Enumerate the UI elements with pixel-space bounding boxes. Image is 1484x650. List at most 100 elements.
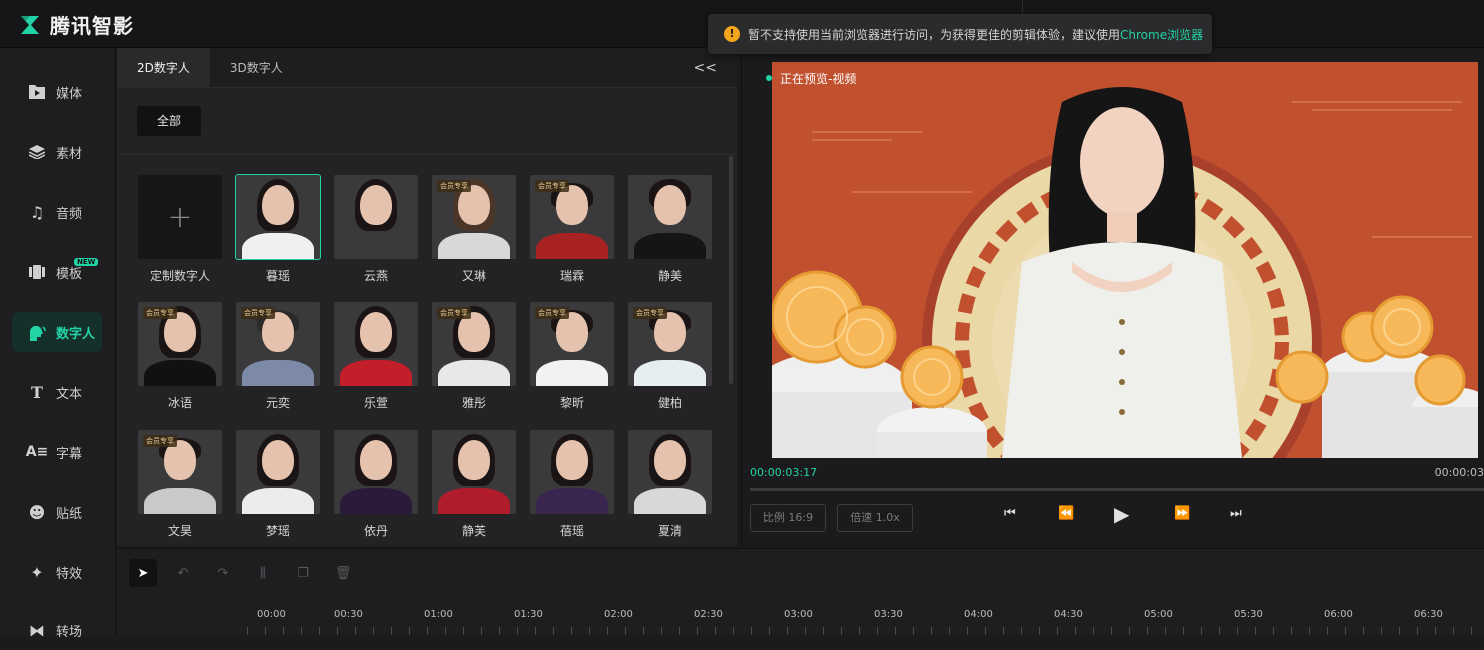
timeline: ➤ ↶ ↷ ⫼ ❐ 🗑 00:00 00:30 01:00 01:30 02:0…: [117, 548, 1484, 636]
avatar-thumb: [432, 430, 516, 514]
warning-icon: !: [724, 26, 740, 42]
skip-to-start-icon[interactable]: ⏮: [1004, 506, 1016, 521]
avatar-card[interactable]: 会员专享 健柏: [628, 302, 712, 411]
avatar-thumb: 会员专享: [530, 175, 614, 259]
transition-icon: ⧓: [29, 620, 45, 640]
ruler-tick-label: 02:30: [694, 609, 723, 620]
ruler-tick-label: 05:00: [1144, 609, 1173, 620]
avatar-thumb: [235, 174, 321, 260]
new-badge: NEW: [74, 258, 99, 266]
avatar-thumb: 会员专享: [432, 175, 516, 259]
avatar-card[interactable]: 静美: [628, 175, 712, 284]
avatar-card[interactable]: 会员专享 黎昕: [530, 302, 614, 411]
skip-to-end-icon[interactable]: ⏭: [1230, 506, 1242, 521]
playback-speed-button[interactable]: 倍速 1.0x: [837, 504, 913, 532]
copy-icon[interactable]: ❐: [289, 559, 317, 587]
app-logo[interactable]: 腾讯智影: [18, 10, 134, 39]
sidebar-item-effects[interactable]: ✦ 特效: [12, 552, 102, 592]
ruler-tick-label: 04:30: [1054, 609, 1083, 620]
avatar-name: 雅彤: [461, 396, 486, 410]
sidebar-item-text[interactable]: T 文本: [12, 372, 102, 412]
ruler-tick-label: 04:00: [964, 609, 993, 620]
panel-scrollbar[interactable]: [729, 156, 733, 384]
avatar-card[interactable]: 乐萱: [334, 302, 418, 411]
toast-text: 暂不支持使用当前浏览器进行访问，为获得更佳的剪辑体验，建议使用: [748, 27, 1121, 42]
ruler-tick-label: 06:00: [1324, 609, 1353, 620]
avatar-thumb: 会员专享: [236, 302, 320, 386]
rewind-icon[interactable]: ⏪: [1058, 506, 1074, 521]
ruler-tick-label: 03:30: [874, 609, 903, 620]
ruler-tick-label: 06:30: [1414, 609, 1443, 620]
avatar-card[interactable]: 会员专享 文昊: [138, 430, 222, 539]
sidebar-item-media[interactable]: 媒体: [12, 72, 102, 112]
current-time: 00:00:03:17: [750, 466, 818, 479]
avatar-name: 瑞霖: [559, 269, 584, 283]
sidebar-item-label: 文本: [56, 386, 83, 402]
avatar-name: 夏清: [657, 524, 682, 538]
preview-status-label: 正在预览-视频: [780, 72, 857, 86]
vip-badge: 会员专享: [535, 307, 569, 319]
sidebar-item-label: 素材: [56, 146, 83, 162]
avatar-name: 依丹: [363, 524, 388, 538]
mid-autumn-background-illustration: [772, 62, 1478, 458]
sidebar-item-digital-human[interactable]: 数字人: [12, 312, 102, 352]
avatar-card[interactable]: 会员专享 瑞霖: [530, 175, 614, 284]
delete-icon[interactable]: 🗑: [329, 559, 357, 587]
avatar-card-custom[interactable]: + 定制数字人: [138, 175, 222, 284]
select-tool-icon[interactable]: ➤: [129, 559, 157, 587]
avatar-card[interactable]: 夏清: [628, 430, 712, 539]
avatar-card[interactable]: 会员专享 元奕: [236, 302, 320, 411]
sidebar: 媒体 素材 ♫ 音频 模板 NEW 数字人 T 文本 A≡ 字幕 ☻ 贴纸 ✦ …: [0, 48, 116, 640]
sidebar-item-stickers[interactable]: ☻ 贴纸: [12, 492, 102, 532]
avatar-thumb: 会员专享: [432, 302, 516, 386]
effects-icon: ✦: [30, 562, 44, 582]
sidebar-item-subtitles[interactable]: A≡ 字幕: [12, 432, 102, 472]
vip-badge: 会员专享: [535, 180, 569, 192]
avatar-card[interactable]: 蓓瑶: [530, 430, 614, 539]
vip-badge: 会员专享: [143, 435, 177, 447]
avatar-card[interactable]: 会员专享 冰语: [138, 302, 222, 411]
redo-icon[interactable]: ↷: [209, 559, 237, 587]
avatar-thumb: 会员专享: [530, 302, 614, 386]
collapse-panel-icon[interactable]: <<: [694, 60, 717, 76]
avatar-card[interactable]: 静芙: [432, 430, 516, 539]
avatar-name: 蓓瑶: [559, 524, 584, 538]
sidebar-item-templates[interactable]: 模板 NEW: [12, 252, 102, 292]
music-icon: ♫: [29, 202, 45, 222]
ruler-tick-label: 01:00: [424, 609, 453, 620]
subtitle-icon: A≡: [25, 444, 49, 460]
avatar-card[interactable]: 云燕: [334, 175, 418, 284]
timeline-ruler[interactable]: 00:00 00:30 01:00 01:30 02:00 02:30 03:0…: [247, 607, 1484, 637]
template-icon: [28, 263, 46, 281]
avatar-name: 元奕: [265, 396, 290, 410]
avatar-card[interactable]: 梦瑶: [236, 430, 320, 539]
play-icon[interactable]: ▶: [1114, 502, 1129, 526]
sidebar-item-label: 特效: [56, 566, 83, 582]
sidebar-item-materials[interactable]: 素材: [12, 132, 102, 172]
avatar-card[interactable]: 会员专享 又琳: [432, 175, 516, 284]
avatar-thumb: [530, 430, 614, 514]
preview-area: 正在预览-视频 00:00:03:17 00:00:03 比例 16:9 倍速 …: [741, 48, 1484, 546]
sidebar-item-label: 转场: [56, 624, 83, 640]
avatar-name: 健柏: [657, 396, 682, 410]
filter-all-button[interactable]: 全部: [137, 106, 201, 136]
sidebar-item-transitions[interactable]: ⧓ 转场: [12, 610, 102, 650]
avatar-name: 静芙: [461, 524, 486, 538]
aspect-ratio-button[interactable]: 比例 16:9: [750, 504, 826, 532]
logo-icon: [18, 13, 42, 37]
playback-progress-bar[interactable]: [750, 488, 1484, 491]
sticker-icon: ☻: [28, 502, 46, 522]
avatar-card[interactable]: 会员专享 雅彤: [432, 302, 516, 411]
avatar-card[interactable]: 依丹: [334, 430, 418, 539]
avatar-card[interactable]: 暮瑶: [235, 174, 321, 284]
fast-forward-icon[interactable]: ⏩: [1174, 506, 1190, 521]
sidebar-item-audio[interactable]: ♫ 音频: [12, 192, 102, 232]
split-icon[interactable]: ⫼: [249, 559, 277, 587]
undo-icon[interactable]: ↶: [169, 559, 197, 587]
video-canvas[interactable]: [772, 62, 1478, 458]
tab-3d-digital-human[interactable]: 3D数字人: [210, 48, 303, 88]
digital-human-panel: 2D数字人 3D数字人 << 全部 + 定制数字人 暮瑶 云燕 会员专享 又琳 …: [117, 47, 737, 546]
tab-2d-digital-human[interactable]: 2D数字人: [117, 47, 210, 88]
chrome-link[interactable]: Chrome浏览器: [1120, 26, 1203, 43]
sidebar-item-label: 字幕: [56, 446, 83, 462]
